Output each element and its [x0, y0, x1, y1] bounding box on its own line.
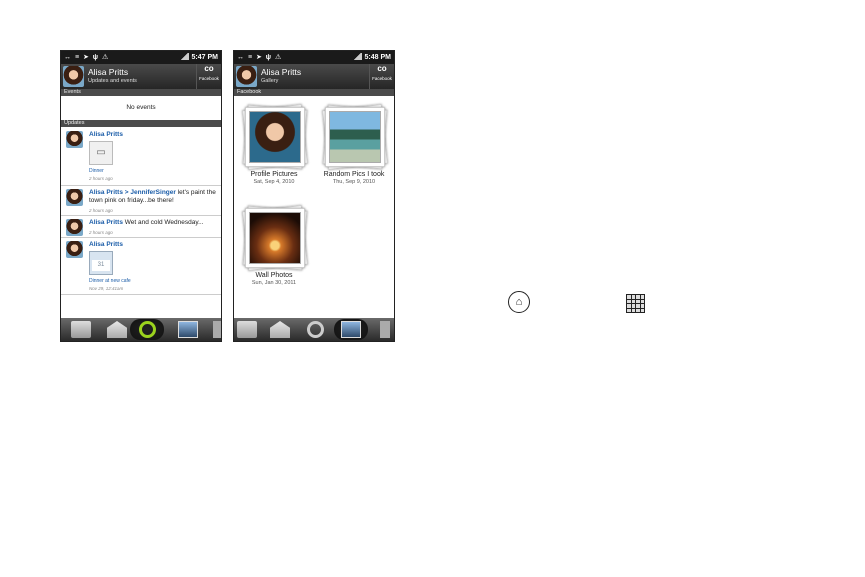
more-tab-icon[interactable]	[380, 321, 390, 338]
details-tab-icon[interactable]	[71, 321, 91, 338]
facebook-label: Facebook	[372, 76, 392, 81]
home-icon: ⌂	[508, 291, 530, 313]
bottom-toolbar	[61, 318, 221, 341]
link-icon: co	[377, 64, 387, 73]
album-title: Random Pics I took	[323, 171, 385, 178]
album-date: Sun, Jan 30, 2011	[251, 280, 297, 286]
photo-thumbnail[interactable]: ▭	[89, 141, 113, 165]
list-item[interactable]: Alisa Pritts Wet and cold Wednesday... 2…	[61, 216, 221, 238]
list-item[interactable]: Alisa Pritts > JenniferSinger let's pain…	[61, 186, 221, 216]
notification-icons: ↔ ≡ ➤ ψ ⚠	[64, 54, 110, 61]
phone-screen-gallery: ↔ ≡ ➤ ψ ⚠ 5:48 PM Alisa Pritts Gallery c…	[233, 50, 395, 342]
update-author[interactable]: Alisa Pritts	[89, 241, 123, 248]
calendar-icon[interactable]: 31	[89, 251, 113, 275]
list-item[interactable]: Alisa Pritts 31 Dinner at new cafe Nov 2…	[61, 238, 221, 295]
signal-icon	[179, 53, 189, 60]
messages-tab-icon[interactable]	[270, 321, 290, 338]
contact-header: Alisa Pritts Updates and events co Faceb…	[61, 64, 221, 89]
photo-caption[interactable]: Dinner	[89, 168, 104, 174]
header-subtitle: Gallery	[261, 78, 279, 84]
facebook-button[interactable]: co Facebook	[369, 64, 394, 89]
all-apps-icon	[626, 294, 645, 313]
update-time: 2 hours ago	[89, 230, 113, 235]
update-author[interactable]: Alisa Pritts	[89, 131, 123, 138]
album-title: Profile Pictures	[250, 171, 298, 178]
album-cover	[249, 111, 301, 163]
updates-tab-icon[interactable]	[307, 321, 324, 338]
update-text: Alisa Pritts > JenniferSinger let's pain…	[89, 189, 216, 204]
no-events-text: No events	[126, 104, 156, 111]
update-time: 2 hours ago	[89, 176, 113, 181]
update-text: Alisa Pritts Wet and cold Wednesday...	[89, 219, 204, 226]
gallery-tab-icon[interactable]	[341, 321, 361, 338]
status-time: 5:48 PM	[364, 54, 391, 61]
facebook-section-header: Facebook	[234, 89, 394, 96]
album-date: Sat, Sep 4, 2010	[253, 179, 295, 185]
avatar	[66, 189, 83, 206]
album-cover	[249, 212, 301, 264]
updates-tab-icon[interactable]	[139, 321, 156, 338]
updates-header: Updates	[61, 120, 221, 127]
status-bar: ↔ ≡ ➤ ψ ⚠ 5:48 PM	[234, 51, 394, 64]
avatar	[66, 241, 83, 258]
avatar[interactable]	[236, 66, 257, 87]
album-wall-photos[interactable]: Wall Photos Sun, Jan 30, 2011	[237, 204, 311, 286]
events-header: Events	[61, 89, 221, 96]
more-tab-icon[interactable]	[213, 321, 221, 338]
notification-icons: ↔ ≡ ➤ ψ ⚠	[237, 54, 283, 61]
avatar[interactable]	[63, 66, 84, 87]
header-subtitle: Updates and events	[88, 78, 137, 84]
avatar	[66, 131, 83, 148]
gallery-tab-icon[interactable]	[178, 321, 198, 338]
event-caption[interactable]: Dinner at new cafe	[89, 278, 131, 284]
phone-screen-updates: ↔ ≡ ➤ ψ ⚠ 5:47 PM Alisa Pritts Updates a…	[60, 50, 222, 342]
update-time: 2 hours ago	[89, 208, 113, 213]
album-title: Wall Photos	[255, 272, 293, 279]
contact-name: Alisa Pritts	[88, 67, 129, 77]
status-bar: ↔ ≡ ➤ ψ ⚠ 5:47 PM	[61, 51, 221, 64]
contact-name: Alisa Pritts	[261, 67, 302, 77]
album-date: Thu, Sep 9, 2010	[332, 179, 376, 185]
album-cover	[329, 111, 381, 163]
status-time: 5:47 PM	[191, 54, 218, 61]
update-time: Nov 29, 12:41am	[89, 286, 124, 291]
messages-tab-icon[interactable]	[107, 321, 127, 338]
facebook-button[interactable]: co Facebook	[196, 64, 221, 89]
contact-header: Alisa Pritts Gallery co Facebook	[234, 64, 394, 89]
album-profile-pictures[interactable]: Profile Pictures Sat, Sep 4, 2010	[237, 103, 311, 185]
signal-icon	[352, 53, 362, 60]
album-random-pics[interactable]: Random Pics I took Thu, Sep 9, 2010	[317, 103, 391, 185]
bottom-toolbar	[234, 318, 394, 341]
link-icon: co	[204, 64, 214, 73]
list-item[interactable]: Alisa Pritts ▭ Dinner 2 hours ago	[61, 128, 221, 186]
details-tab-icon[interactable]	[237, 321, 257, 338]
avatar	[66, 219, 83, 236]
facebook-label: Facebook	[199, 76, 219, 81]
